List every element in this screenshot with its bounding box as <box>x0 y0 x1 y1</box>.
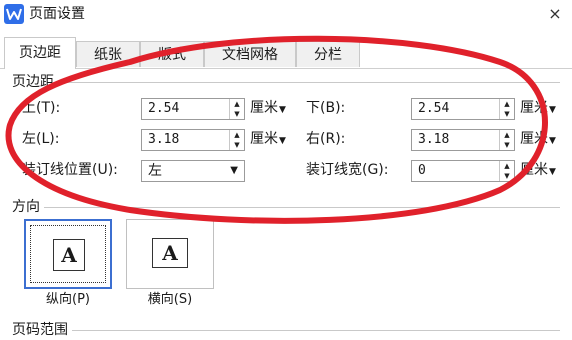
right-margin-unit[interactable]: 厘米▼ <box>520 129 556 151</box>
portrait-label[interactable]: 纵向(P) <box>24 291 112 309</box>
left-margin-unit[interactable]: 厘米▼ <box>250 129 286 151</box>
chevron-down-icon: ▼ <box>549 136 556 146</box>
wps-writer-icon <box>4 4 24 24</box>
bottom-margin-label: 下(B): <box>306 100 346 116</box>
tab-strip: 页边距 纸张 版式 文档网格 分栏 <box>0 35 572 69</box>
tab-columns[interactable]: 分栏 <box>296 41 360 67</box>
gutter-position-value: 左 <box>148 163 162 179</box>
orientation-group-label: 方向 <box>12 198 44 216</box>
landscape-page-icon: A <box>152 238 188 268</box>
gutter-width-label: 装订线宽(G): <box>306 162 389 178</box>
landscape-option[interactable]: A <box>126 219 214 289</box>
tab-document-grid[interactable]: 文档网格 <box>204 41 296 67</box>
spin-down-icon[interactable]: ▼ <box>500 171 514 181</box>
landscape-label[interactable]: 横向(S) <box>126 291 214 309</box>
gutter-width-unit[interactable]: 厘米▼ <box>520 160 556 182</box>
chevron-down-icon: ▼ <box>230 165 238 176</box>
spin-arrows: ▲ ▼ <box>499 161 514 181</box>
bottom-margin-value[interactable]: 2.54 <box>418 99 449 119</box>
gutter-position-select[interactable]: 左 ▼ <box>141 160 245 182</box>
top-margin-label: 上(T): <box>22 100 61 116</box>
page-range-group-label: 页码范围 <box>12 321 72 339</box>
margins-group-label: 页边距 <box>12 73 58 91</box>
chevron-down-icon: ▼ <box>279 136 286 146</box>
unit-label: 厘米 <box>250 100 278 116</box>
spin-up-icon[interactable]: ▲ <box>500 161 514 171</box>
bottom-margin-stepper[interactable]: 2.54 ▲ ▼ <box>411 98 515 120</box>
spin-up-icon[interactable]: ▲ <box>230 130 244 140</box>
right-margin-stepper[interactable]: 3.18 ▲ ▼ <box>411 129 515 151</box>
left-margin-label: 左(L): <box>22 131 60 147</box>
group-divider <box>12 82 560 83</box>
close-button[interactable]: × <box>544 2 566 26</box>
gutter-position-label: 装订线位置(U): <box>22 162 118 178</box>
spin-arrows: ▲ ▼ <box>229 99 244 119</box>
top-margin-unit[interactable]: 厘米▼ <box>250 98 286 120</box>
spin-down-icon[interactable]: ▼ <box>500 109 514 119</box>
spin-down-icon[interactable]: ▼ <box>230 109 244 119</box>
window-title: 页面设置 <box>29 6 85 22</box>
spin-arrows: ▲ ▼ <box>499 130 514 150</box>
chevron-down-icon: ▼ <box>549 105 556 115</box>
unit-label: 厘米 <box>520 162 548 178</box>
portrait-page-icon: A <box>53 239 85 271</box>
spin-up-icon[interactable]: ▲ <box>500 99 514 109</box>
chevron-down-icon: ▼ <box>549 167 556 177</box>
portrait-option[interactable]: A <box>24 219 112 289</box>
spin-down-icon[interactable]: ▼ <box>500 140 514 150</box>
tab-layout[interactable]: 版式 <box>140 41 204 67</box>
spin-down-icon[interactable]: ▼ <box>230 140 244 150</box>
chevron-down-icon: ▼ <box>279 105 286 115</box>
spin-arrows: ▲ ▼ <box>499 99 514 119</box>
bottom-margin-unit[interactable]: 厘米▼ <box>520 98 556 120</box>
page-glyph: A <box>61 243 77 267</box>
group-divider <box>12 330 560 331</box>
spin-up-icon[interactable]: ▲ <box>500 130 514 140</box>
gutter-width-stepper[interactable]: 0 ▲ ▼ <box>411 160 515 182</box>
unit-label: 厘米 <box>520 131 548 147</box>
tab-paper[interactable]: 纸张 <box>76 41 140 67</box>
page-glyph: A <box>162 241 178 265</box>
title-bar: 页面设置 × <box>0 0 572 32</box>
group-divider <box>12 207 560 208</box>
spin-up-icon[interactable]: ▲ <box>230 99 244 109</box>
left-margin-value[interactable]: 3.18 <box>148 130 179 150</box>
unit-label: 厘米 <box>250 131 278 147</box>
gutter-width-value[interactable]: 0 <box>418 161 426 181</box>
spin-arrows: ▲ ▼ <box>229 130 244 150</box>
tab-margins[interactable]: 页边距 <box>4 37 76 69</box>
unit-label: 厘米 <box>520 100 548 116</box>
right-margin-value[interactable]: 3.18 <box>418 130 449 150</box>
top-margin-value[interactable]: 2.54 <box>148 99 179 119</box>
right-margin-label: 右(R): <box>306 131 346 147</box>
left-margin-stepper[interactable]: 3.18 ▲ ▼ <box>141 129 245 151</box>
top-margin-stepper[interactable]: 2.54 ▲ ▼ <box>141 98 245 120</box>
